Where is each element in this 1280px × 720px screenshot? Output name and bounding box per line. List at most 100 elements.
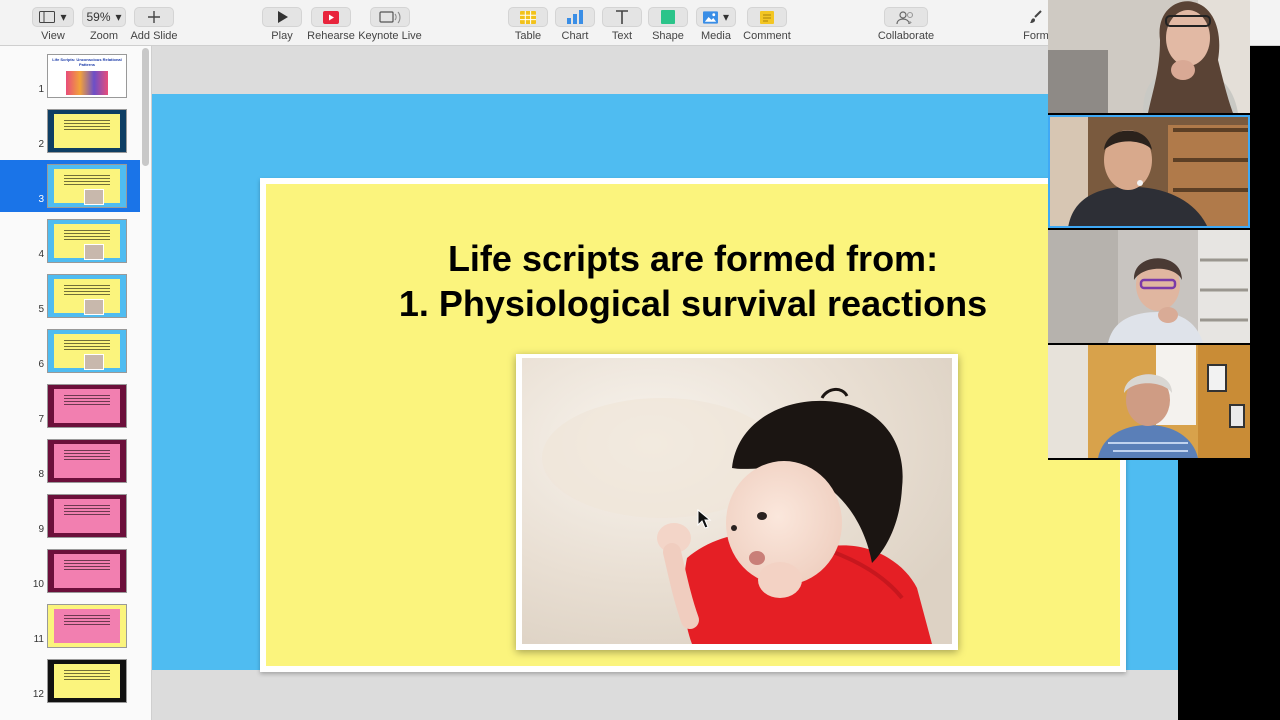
zoom-value: 59% bbox=[86, 10, 111, 24]
chevron-down-icon: ▾ bbox=[722, 10, 729, 24]
chart-button[interactable]: Chart bbox=[555, 6, 595, 44]
keynote-live-button[interactable]: Keynote Live bbox=[358, 6, 422, 44]
slide-thumbnail-9[interactable]: 9 bbox=[0, 490, 140, 542]
keynote-live-icon bbox=[379, 10, 401, 23]
slide-thumbnail-1[interactable]: 1 Life Scripts: Unconscious Relational Pa… bbox=[0, 50, 140, 102]
participant-video bbox=[1048, 230, 1250, 343]
slide-thumbnail-12[interactable]: 12 bbox=[0, 655, 140, 707]
slide-number: 9 bbox=[38, 524, 44, 535]
slide-photo-frame[interactable] bbox=[516, 354, 958, 650]
slide-preview bbox=[47, 439, 127, 483]
play-button[interactable]: Play bbox=[260, 6, 304, 44]
slide-preview bbox=[47, 274, 127, 318]
baby-illustration bbox=[522, 358, 952, 644]
sidebar-view-icon bbox=[39, 11, 56, 23]
media-icon bbox=[703, 10, 718, 24]
comment-label: Comment bbox=[743, 30, 791, 42]
collaborate-label: Collaborate bbox=[877, 30, 935, 42]
shape-label: Shape bbox=[652, 30, 684, 42]
slide-preview bbox=[47, 604, 127, 648]
participant-video bbox=[1048, 0, 1250, 113]
shape-button[interactable]: Shape bbox=[648, 6, 688, 44]
slide-thumbnail-5[interactable]: 5 bbox=[0, 270, 140, 322]
view-button[interactable]: ▾ View bbox=[30, 6, 76, 44]
slide-navigator[interactable]: 1 Life Scripts: Unconscious Relational Pa… bbox=[0, 46, 152, 720]
slide-preview bbox=[47, 659, 127, 703]
participant-video bbox=[1048, 345, 1250, 458]
participant-tile-1[interactable] bbox=[1048, 0, 1250, 113]
slide-preview bbox=[47, 384, 127, 428]
shape-icon bbox=[661, 10, 675, 24]
slide-number: 5 bbox=[38, 304, 44, 315]
slide-number: 8 bbox=[38, 469, 44, 480]
keynote-app: ▾ View 59% ▾ Zoom Add Slide Play Rehears… bbox=[0, 0, 1280, 720]
text-button[interactable]: Text bbox=[602, 6, 642, 44]
slide-title-line-2: 1. Physiological survival reactions bbox=[398, 283, 988, 324]
slide-thumbnail-7[interactable]: 7 bbox=[0, 380, 140, 432]
rehearse-label: Rehearse bbox=[307, 30, 355, 42]
slide-thumbnail-2[interactable]: 2 bbox=[0, 105, 140, 157]
zoom-button[interactable]: 59% ▾ Zoom bbox=[82, 6, 126, 44]
slide-number: 2 bbox=[38, 139, 44, 150]
baby-photo bbox=[522, 358, 952, 644]
slide-canvas[interactable]: Life scripts are formed from: 1. Physiol… bbox=[152, 46, 1178, 720]
rehearse-icon bbox=[323, 10, 339, 24]
format-label: Form bbox=[1024, 30, 1048, 42]
participant-tile-4[interactable] bbox=[1048, 345, 1250, 458]
add-slide-button[interactable]: Add Slide bbox=[130, 6, 178, 44]
participant-video bbox=[1048, 115, 1250, 228]
media-button[interactable]: ▾ Media bbox=[696, 6, 736, 44]
text-label: Text bbox=[611, 30, 633, 42]
slide-content-frame[interactable]: Life scripts are formed from: 1. Physiol… bbox=[260, 178, 1126, 672]
comment-icon bbox=[760, 10, 774, 24]
slide-thumbnail-4[interactable]: 4 bbox=[0, 215, 140, 267]
slide-thumbnail-11[interactable]: 11 bbox=[0, 600, 140, 652]
text-icon bbox=[616, 10, 628, 24]
slide-number: 6 bbox=[38, 359, 44, 370]
slide-preview-title: Life Scripts: Unconscious Relational Pat… bbox=[52, 57, 122, 67]
table-icon bbox=[520, 10, 536, 24]
plus-icon bbox=[148, 11, 160, 23]
keynote-live-label: Keynote Live bbox=[358, 30, 422, 42]
slide-thumbnail-3[interactable]: 3 bbox=[0, 160, 140, 212]
video-call-panel bbox=[1048, 0, 1250, 460]
slide-preview bbox=[47, 549, 127, 593]
slide-preview bbox=[47, 494, 127, 538]
slide-number: 3 bbox=[38, 194, 44, 205]
play-icon bbox=[277, 11, 288, 23]
participant-tile-3[interactable] bbox=[1048, 230, 1250, 343]
media-label: Media bbox=[701, 30, 731, 42]
chart-label: Chart bbox=[561, 30, 589, 42]
slide-preview bbox=[47, 329, 127, 373]
table-label: Table bbox=[514, 30, 542, 42]
rehearse-button[interactable]: Rehearse bbox=[306, 6, 356, 44]
format-button[interactable]: Form bbox=[1024, 6, 1048, 44]
slide-preview bbox=[47, 219, 127, 263]
chevron-down-icon: ▾ bbox=[60, 10, 67, 24]
collaborate-icon bbox=[896, 10, 914, 24]
slide-number: 12 bbox=[32, 689, 44, 700]
slide-preview bbox=[47, 164, 127, 208]
comment-button[interactable]: Comment bbox=[743, 6, 791, 44]
slide-thumbnail-8[interactable]: 8 bbox=[0, 435, 140, 487]
zoom-label: Zoom bbox=[89, 30, 119, 42]
slide-number: 7 bbox=[38, 414, 44, 425]
slide-content-area: Life scripts are formed from: 1. Physiol… bbox=[266, 184, 1120, 666]
slide-thumbnail-10[interactable]: 10 bbox=[0, 545, 140, 597]
paintbrush-icon bbox=[1030, 10, 1042, 23]
slide-number: 10 bbox=[32, 579, 44, 590]
table-button[interactable]: Table bbox=[508, 6, 548, 44]
collaborate-button[interactable]: Collaborate bbox=[876, 6, 936, 44]
play-label: Play bbox=[271, 30, 293, 42]
slide-number: 4 bbox=[38, 249, 44, 260]
slide-thumbnail-6[interactable]: 6 bbox=[0, 325, 140, 377]
slide-number: 1 bbox=[38, 84, 44, 95]
navigator-scrollbar[interactable] bbox=[142, 48, 149, 166]
slide-title[interactable]: Life scripts are formed from: 1. Physiol… bbox=[266, 236, 1120, 326]
slide-background: Life scripts are formed from: 1. Physiol… bbox=[152, 94, 1178, 672]
slide-preview bbox=[47, 109, 127, 153]
view-label: View bbox=[41, 30, 65, 42]
slide-number: 11 bbox=[33, 634, 44, 645]
participant-tile-2[interactable] bbox=[1048, 115, 1250, 228]
slide-title-line-1: Life scripts are formed from: bbox=[447, 238, 939, 279]
